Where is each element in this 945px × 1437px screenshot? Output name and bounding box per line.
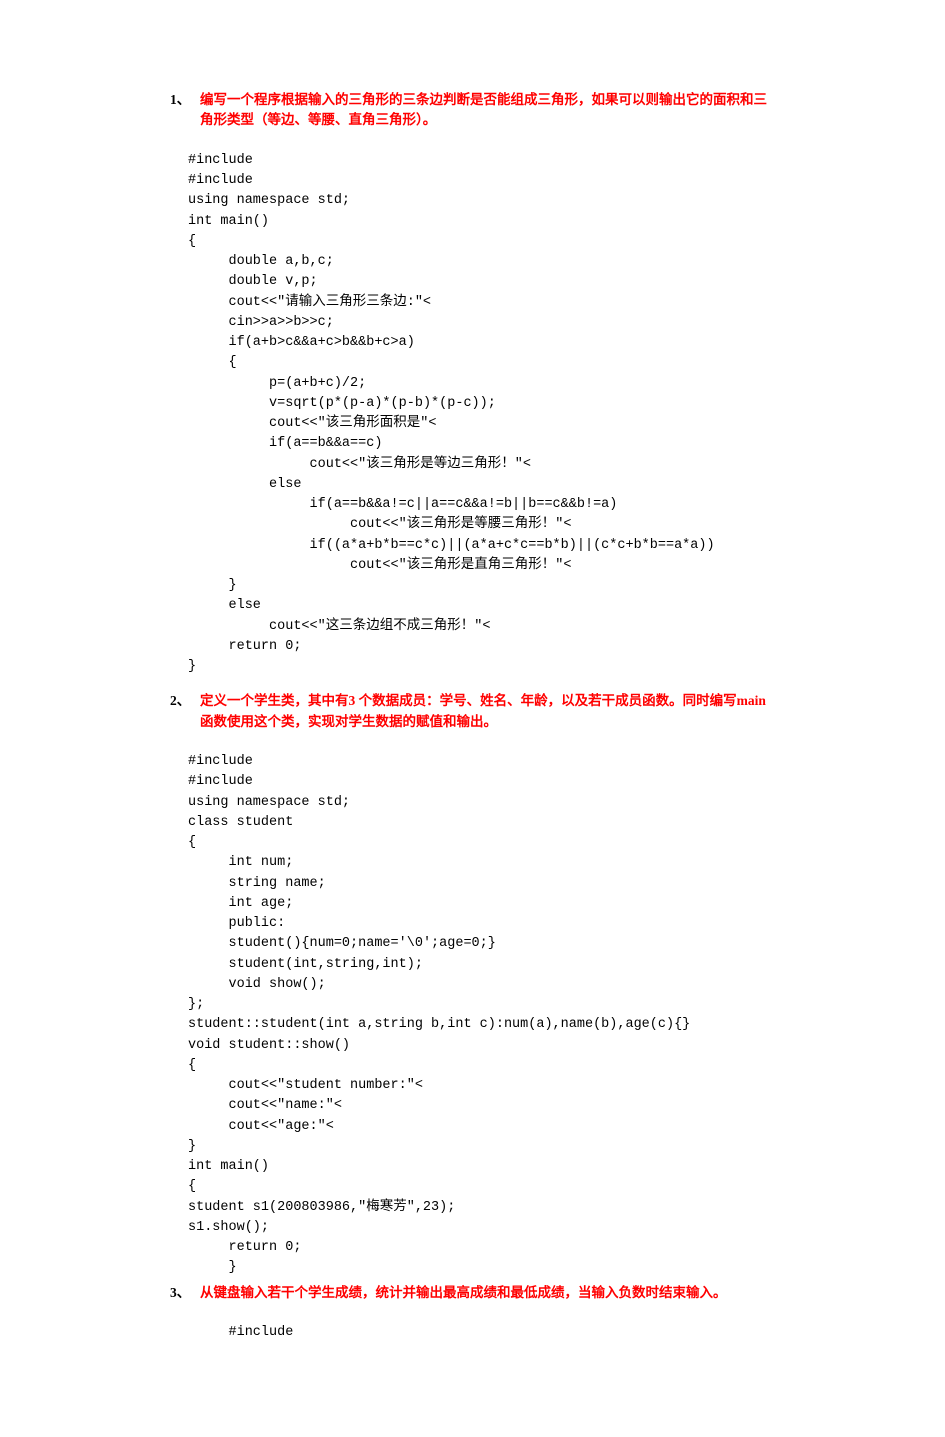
code-line: int num;	[188, 855, 293, 870]
question-2-title: 定义一个学生类，其中有3 个数据成员：学号、姓名、年龄，以及若干成员函数。同时编…	[200, 691, 775, 732]
code-line: cout<<"该三角形是等腰三角形！"<	[188, 517, 571, 532]
code-line: int main()	[188, 1159, 269, 1174]
code-line: string name;	[188, 876, 326, 891]
code-line: double a,b,c;	[188, 254, 334, 269]
code-line: #include	[188, 153, 253, 168]
question-1-num: 1、	[170, 90, 200, 131]
code-line: v=sqrt(p*(p-a)*(p-b)*(p-c));	[188, 396, 496, 411]
code-line: cout<<"student number:"<	[188, 1078, 423, 1093]
code-line: return 0;	[188, 639, 301, 654]
code-line: class student	[188, 815, 293, 830]
code-line: #include	[188, 173, 253, 188]
code-line: student(int,string,int);	[188, 957, 423, 972]
code-line: return 0;	[188, 1240, 301, 1255]
question-3-title-red: 从键盘输入若干个学生成绩，统计并输出最高成绩和最低成绩，当输入负数时结束输入。	[200, 1285, 727, 1300]
code-line: using namespace std;	[188, 795, 350, 810]
code-line: void student::show()	[188, 1038, 350, 1053]
code-line: else	[188, 477, 301, 492]
code-line: double v,p;	[188, 274, 318, 289]
code-line: public:	[188, 916, 285, 931]
document-body: 1、 编写一个程序根据输入的三角形的三条边判断是否能组成三角形，如果可以则输出它…	[170, 90, 775, 1343]
question-3-title: 从键盘输入若干个学生成绩，统计并输出最高成绩和最低成绩，当输入负数时结束输入。	[200, 1283, 727, 1303]
code-line: cout<<"这三条边组不成三角形！"<	[188, 619, 490, 634]
code-line: cout<<"请输入三角形三条边:"<	[188, 295, 431, 310]
code-line: cout<<"该三角形是直角三角形！"<	[188, 558, 571, 573]
code-line: }	[188, 1139, 196, 1154]
code-line: {	[188, 1058, 196, 1073]
code-line: #include	[188, 1325, 293, 1340]
code-line: }	[188, 659, 196, 674]
question-3-header: 3、 从键盘输入若干个学生成绩，统计并输出最高成绩和最低成绩，当输入负数时结束输…	[170, 1283, 775, 1303]
code-line: if(a==b&&a==c)	[188, 436, 382, 451]
code-line: int age;	[188, 896, 293, 911]
code-line: {	[188, 1179, 196, 1194]
code-line: {	[188, 234, 196, 249]
question-1-header: 1、 编写一个程序根据输入的三角形的三条边判断是否能组成三角形，如果可以则输出它…	[170, 90, 775, 131]
code-line: student s1(200803986,"梅寒芳",23);	[188, 1200, 455, 1215]
question-1-title-red: 编写一个程序根据输入的三角形的三条边判断是否能组成三角形，如果可以则输出它的面积…	[200, 92, 767, 127]
code-line: }	[188, 578, 237, 593]
code-line: p=(a+b+c)/2;	[188, 376, 366, 391]
question-2-num: 2、	[170, 691, 200, 732]
code-line: else	[188, 598, 261, 613]
code-line: int main()	[188, 214, 269, 229]
question-2-title-red: 定义一个学生类，其中有3 个数据成员：学号、姓名、年龄，以及若干成员函数。同时编…	[200, 693, 766, 728]
code-line: #include	[188, 754, 253, 769]
code-line: void show();	[188, 977, 326, 992]
question-1-title: 编写一个程序根据输入的三角形的三条边判断是否能组成三角形，如果可以则输出它的面积…	[200, 90, 775, 131]
code-line: student(){num=0;name='\0';age=0;}	[188, 936, 496, 951]
code-line: if(a==b&&a!=c||a==c&&a!=b||b==c&&b!=a)	[188, 497, 617, 512]
question-2-header: 2、 定义一个学生类，其中有3 个数据成员：学号、姓名、年龄，以及若干成员函数。…	[170, 691, 775, 732]
question-3: 3、 从键盘输入若干个学生成绩，统计并输出最高成绩和最低成绩，当输入负数时结束输…	[170, 1283, 775, 1344]
code-line: using namespace std;	[188, 193, 350, 208]
code-line: cout<<"该三角形面积是"<	[188, 416, 436, 431]
question-2-code: #include #include using namespace std; c…	[188, 732, 775, 1279]
question-1-code: #include #include using namespace std; i…	[188, 131, 775, 678]
question-2: 2、 定义一个学生类，其中有3 个数据成员：学号、姓名、年龄，以及若干成员函数。…	[170, 691, 775, 1278]
code-line: };	[188, 997, 204, 1012]
code-line: cout<<"该三角形是等边三角形！"<	[188, 457, 531, 472]
question-3-code: #include	[188, 1303, 775, 1344]
code-line: {	[188, 355, 237, 370]
question-3-num: 3、	[170, 1283, 200, 1303]
code-line: {	[188, 835, 196, 850]
code-line: #include	[188, 774, 253, 789]
code-line: if((a*a+b*b==c*c)||(a*a+c*c==b*b)||(c*c+…	[188, 538, 715, 553]
code-line: if(a+b>c&&a+c>b&&b+c>a)	[188, 335, 415, 350]
code-line: cin>>a>>b>>c;	[188, 315, 334, 330]
code-line: student::student(int a,string b,int c):n…	[188, 1017, 690, 1032]
code-line: cout<<"age:"<	[188, 1119, 334, 1134]
code-line: s1.show();	[188, 1220, 269, 1235]
question-1: 1、 编写一个程序根据输入的三角形的三条边判断是否能组成三角形，如果可以则输出它…	[170, 90, 775, 677]
code-line: cout<<"name:"<	[188, 1098, 342, 1113]
code-line: }	[188, 1260, 237, 1275]
